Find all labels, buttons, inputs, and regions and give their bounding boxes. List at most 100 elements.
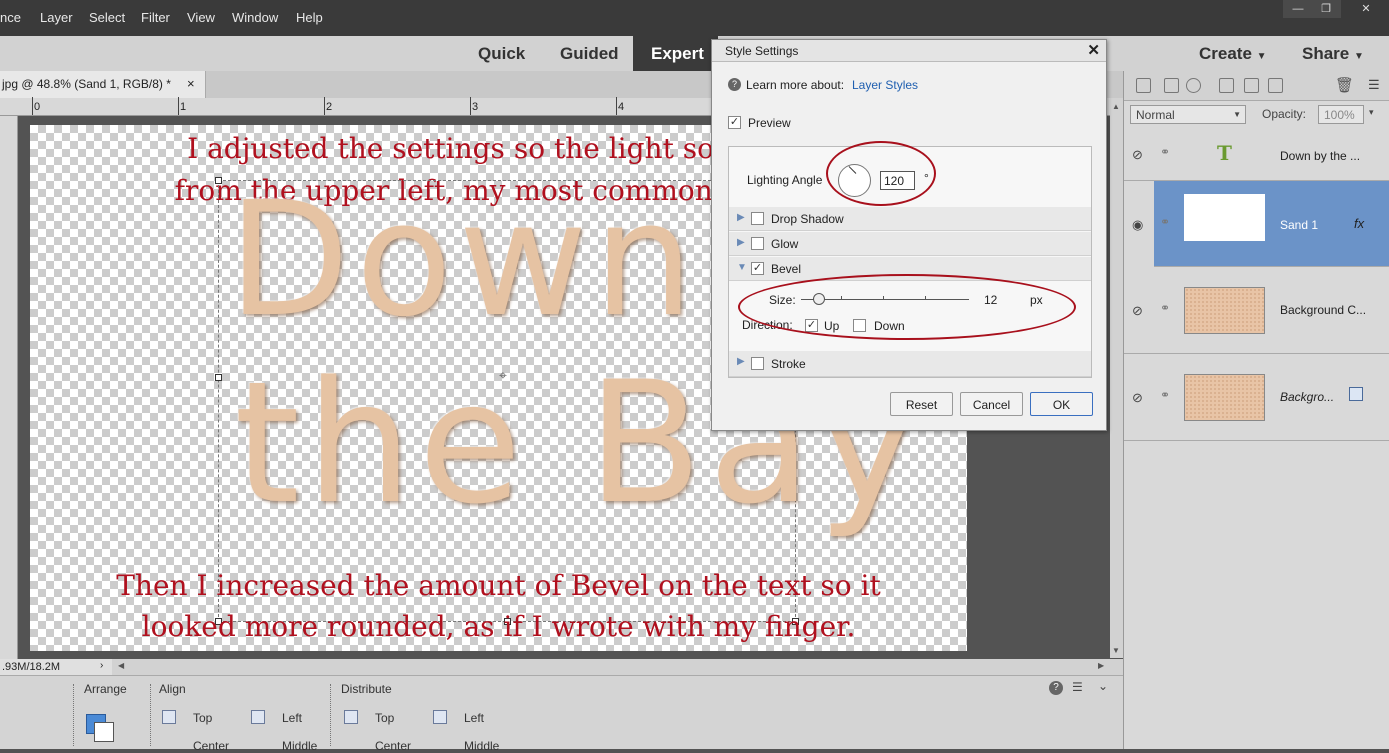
distribute-top-icon[interactable] bbox=[344, 710, 358, 724]
distribute-top-button[interactable]: Top bbox=[375, 711, 394, 725]
layer-row-text[interactable]: ⊘ ⚭ T Down by the ... bbox=[1124, 129, 1389, 181]
menu-window[interactable]: Window bbox=[232, 10, 278, 25]
ruler-number: 3 bbox=[472, 101, 479, 113]
distribute-middle-button[interactable]: Middle bbox=[464, 739, 499, 753]
menu-layer[interactable]: Layer bbox=[40, 10, 73, 25]
distribute-center-button[interactable]: Center bbox=[375, 739, 411, 753]
arrange-icon[interactable] bbox=[86, 714, 116, 746]
hidden-eye-icon[interactable]: ⊘ bbox=[1132, 390, 1143, 406]
align-middle-button[interactable]: Middle bbox=[282, 739, 317, 753]
expand-triangle-icon[interactable]: ▶ bbox=[737, 237, 745, 248]
layer-row-background[interactable]: ⊘ ⚭ Backgro... bbox=[1124, 354, 1389, 441]
mode-quick-tab[interactable]: Quick bbox=[478, 44, 525, 64]
layer-name: Down by the ... bbox=[1280, 149, 1361, 163]
menu-select[interactable]: Select bbox=[89, 10, 125, 25]
layer-styles-link[interactable]: Layer Styles bbox=[852, 78, 918, 92]
restore-button[interactable]: ❐ bbox=[1311, 0, 1341, 18]
trash-icon[interactable]: 🗑 bbox=[1335, 76, 1354, 94]
scroll-right-arrow-icon[interactable]: ▶ bbox=[1098, 661, 1104, 670]
distribute-heading: Distribute bbox=[341, 682, 392, 696]
dialog-title-bar[interactable]: Style Settings ✕ bbox=[712, 40, 1106, 62]
document-tab[interactable]: jpg @ 48.8% (Sand 1, RGB/8) * × bbox=[0, 71, 206, 98]
opacity-field[interactable]: 100% bbox=[1318, 105, 1364, 124]
lighting-angle-label: Lighting Angle bbox=[747, 173, 823, 187]
scroll-up-arrow-icon[interactable]: ▲ bbox=[1112, 102, 1120, 111]
vertical-scrollbar[interactable]: ▲ ▼ bbox=[1110, 98, 1123, 658]
new-layer-icon[interactable] bbox=[1136, 78, 1151, 93]
close-window-button[interactable]: ✕ bbox=[1343, 0, 1389, 18]
link-icon[interactable]: ⚭ bbox=[1160, 301, 1170, 315]
adjustment-layer-icon[interactable] bbox=[1186, 78, 1201, 93]
visible-eye-icon[interactable]: ◉ bbox=[1132, 217, 1143, 233]
ruler-tick bbox=[324, 97, 325, 115]
expand-triangle-icon[interactable]: ▶ bbox=[737, 356, 745, 367]
ok-button[interactable]: OK bbox=[1030, 392, 1093, 416]
style-settings-dialog: Style Settings ✕ ? Learn more about: Lay… bbox=[711, 39, 1107, 431]
chevron-right-icon[interactable]: › bbox=[100, 660, 103, 671]
arrange-heading: Arrange bbox=[84, 682, 127, 696]
mode-expert-tab[interactable]: Expert bbox=[633, 36, 718, 71]
distribute-left-icon[interactable] bbox=[433, 710, 447, 724]
chevron-down-icon: ▼ bbox=[1233, 110, 1241, 119]
opacity-stepper-icon[interactable]: ▾ bbox=[1369, 107, 1374, 118]
share-label: Share bbox=[1302, 44, 1350, 63]
transform-handle[interactable] bbox=[215, 374, 222, 381]
align-top-button[interactable]: Top bbox=[193, 711, 212, 725]
section-stroke[interactable]: ▶ Stroke bbox=[729, 351, 1091, 377]
lock-transparent-icon[interactable] bbox=[1244, 78, 1259, 93]
section-glow[interactable]: ▶ Glow bbox=[729, 232, 1091, 256]
annotation-oval-lighting-angle bbox=[826, 141, 936, 206]
hidden-eye-icon[interactable]: ⊘ bbox=[1132, 303, 1143, 319]
preview-checkbox[interactable]: ✓ bbox=[728, 116, 741, 129]
distribute-left-button[interactable]: Left bbox=[464, 711, 484, 725]
help-icon[interactable]: ? bbox=[728, 78, 741, 91]
lock-all-icon[interactable] bbox=[1268, 78, 1283, 93]
layer-effects-fx-icon[interactable]: fx bbox=[1354, 216, 1364, 231]
close-icon[interactable]: × bbox=[187, 76, 195, 91]
minimize-button[interactable]: — bbox=[1283, 0, 1313, 18]
opacity-value: 100% bbox=[1324, 108, 1355, 122]
share-menu[interactable]: Share ▼ bbox=[1302, 44, 1364, 64]
expand-triangle-icon[interactable]: ▶ bbox=[737, 212, 745, 223]
collapse-icon[interactable]: ⌄ bbox=[1098, 679, 1108, 693]
link-icon[interactable]: ⚭ bbox=[1160, 145, 1170, 159]
glow-checkbox[interactable] bbox=[751, 237, 764, 250]
new-group-icon[interactable] bbox=[1164, 78, 1179, 93]
scroll-down-arrow-icon[interactable]: ▼ bbox=[1112, 646, 1120, 655]
transform-handle[interactable] bbox=[215, 177, 222, 184]
menu-view[interactable]: View bbox=[187, 10, 215, 25]
link-icon[interactable]: ⚭ bbox=[1160, 215, 1170, 229]
cancel-button[interactable]: Cancel bbox=[960, 392, 1023, 416]
align-left-button[interactable]: Left bbox=[282, 711, 302, 725]
link-icon[interactable]: ⚭ bbox=[1160, 388, 1170, 402]
menu-help[interactable]: Help bbox=[296, 10, 323, 25]
panel-menu-icon[interactable]: ☰ bbox=[1072, 680, 1083, 694]
section-drop-shadow[interactable]: ▶ Drop Shadow bbox=[729, 207, 1091, 231]
collapse-triangle-icon[interactable]: ▼ bbox=[737, 262, 747, 273]
align-left-icon[interactable] bbox=[251, 710, 265, 724]
help-icon[interactable]: ? bbox=[1049, 681, 1063, 695]
panel-menu-icon[interactable]: ☰ bbox=[1368, 77, 1380, 93]
layer-mask-icon[interactable] bbox=[1219, 78, 1234, 93]
scroll-left-arrow-icon[interactable]: ◀ bbox=[118, 661, 124, 670]
drop-shadow-checkbox[interactable] bbox=[751, 212, 764, 225]
align-top-icon[interactable] bbox=[162, 710, 176, 724]
horizontal-scrollbar[interactable]: ◀ ▶ bbox=[0, 659, 1123, 675]
mode-guided-tab[interactable]: Guided bbox=[560, 44, 619, 64]
menu-enhance[interactable]: nce bbox=[0, 10, 21, 25]
section-label: Drop Shadow bbox=[771, 212, 844, 226]
ruler-tick bbox=[616, 97, 617, 115]
chevron-down-icon: ▼ bbox=[1353, 51, 1364, 62]
layer-row-sand-1[interactable]: Sand 1 fx bbox=[1154, 181, 1389, 267]
stroke-checkbox[interactable] bbox=[751, 357, 764, 370]
menu-filter[interactable]: Filter bbox=[141, 10, 170, 25]
ruler-number: 1 bbox=[180, 101, 187, 113]
align-center-button[interactable]: Center bbox=[193, 739, 229, 753]
bevel-checkbox[interactable]: ✓ bbox=[751, 262, 764, 275]
blend-mode-select[interactable]: Normal ▼ bbox=[1130, 105, 1246, 124]
close-icon[interactable]: ✕ bbox=[1087, 41, 1100, 59]
create-menu[interactable]: Create ▼ bbox=[1199, 44, 1267, 64]
reset-button[interactable]: Reset bbox=[890, 392, 953, 416]
hidden-eye-icon[interactable]: ⊘ bbox=[1132, 147, 1143, 163]
layer-row-background-copy[interactable]: ⊘ ⚭ Background C... bbox=[1124, 267, 1389, 354]
